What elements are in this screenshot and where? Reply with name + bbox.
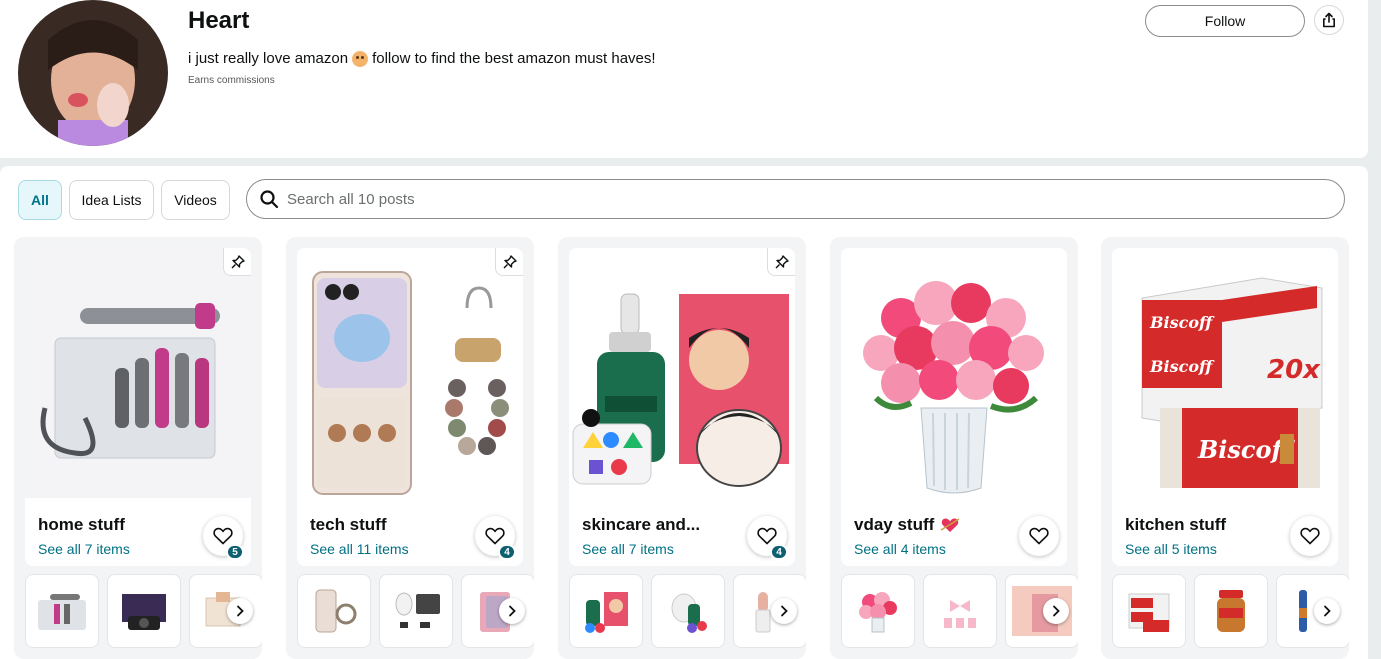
tab-all[interactable]: All (18, 180, 62, 220)
next-thumbnails-button[interactable] (1314, 598, 1340, 624)
like-button[interactable] (1019, 516, 1059, 556)
search-icon (260, 190, 279, 209)
post-title: home stuff (38, 515, 125, 534)
avatar (18, 0, 168, 146)
post-image (841, 248, 1067, 498)
item-thumbnails (297, 574, 534, 659)
post-image (569, 248, 795, 498)
item-thumbnail[interactable] (297, 574, 371, 648)
post-image: Biscoff Biscoff 20x Biscoff (1112, 248, 1338, 498)
item-thumbnail[interactable] (841, 574, 915, 648)
item-thumbnail[interactable] (107, 574, 181, 648)
chevron-right-icon (1324, 605, 1331, 617)
item-thumbnails (25, 574, 262, 659)
earns-commissions-label: Earns commissions (188, 75, 275, 86)
search-input[interactable] (287, 190, 1187, 208)
bio-text-start: i just really love amazon (188, 50, 349, 67)
next-thumbnails-button[interactable] (499, 598, 525, 624)
post-card[interactable]: Biscoff Biscoff 20x Biscoff kitchen stuf… (1101, 237, 1349, 659)
item-thumbnail[interactable] (651, 574, 725, 648)
item-thumbnail[interactable] (1112, 574, 1186, 648)
post-card[interactable]: tech stuff See all 11 items 4 (286, 237, 534, 659)
pack-count-label: 20x (1267, 355, 1321, 385)
heart-icon (1029, 527, 1049, 545)
see-all-items-link[interactable]: See all 11 items (310, 541, 409, 557)
bio-text-end: follow to find the best amazon must have… (372, 50, 656, 67)
pin-button[interactable] (223, 248, 251, 276)
biscoff-box-label: Biscoff (1149, 313, 1215, 332)
post-card-main[interactable]: skincare and... See all 7 items 4 (569, 248, 795, 566)
heart-icon (485, 527, 505, 545)
post-image (25, 248, 251, 498)
next-thumbnails-button[interactable] (1043, 598, 1069, 624)
post-title: tech stuff (310, 515, 387, 534)
chevron-right-icon (237, 605, 244, 617)
post-image (297, 248, 523, 498)
post-card-main[interactable]: vday stuff See all 4 items (841, 248, 1067, 566)
pin-icon (503, 254, 517, 268)
item-thumbnail[interactable] (923, 574, 997, 648)
chevron-right-icon (1053, 605, 1060, 617)
profile-bio: i just really love amazon follow to find… (188, 50, 656, 67)
post-card-main[interactable]: tech stuff See all 11 items 4 (297, 248, 523, 566)
pin-button[interactable] (495, 248, 523, 276)
see-all-items-link[interactable]: See all 7 items (582, 541, 674, 557)
follow-button[interactable]: Follow (1145, 5, 1305, 37)
item-thumbnail[interactable] (569, 574, 643, 648)
next-thumbnails-button[interactable] (771, 598, 797, 624)
see-all-items-link[interactable]: See all 4 items (854, 541, 946, 557)
item-thumbnail[interactable] (379, 574, 453, 648)
share-icon (1323, 12, 1335, 28)
next-thumbnails-button[interactable] (227, 598, 253, 624)
item-thumbnail[interactable] (1194, 574, 1268, 648)
item-thumbnails (1112, 574, 1349, 659)
like-count-badge: 5 (226, 544, 244, 560)
pin-icon (231, 254, 245, 268)
biscoff-box-label: Biscoff (1149, 357, 1215, 376)
heart-icon (757, 527, 777, 545)
post-title: skincare and... (582, 515, 701, 534)
like-count-badge: 4 (770, 544, 788, 560)
post-title: kitchen stuff (1125, 515, 1227, 534)
pin-button[interactable] (767, 248, 795, 276)
post-card-main[interactable]: home stuff See all 7 items 5 (25, 248, 251, 566)
heart-icon (213, 527, 233, 545)
share-button[interactable] (1314, 5, 1344, 35)
see-all-items-link[interactable]: See all 5 items (1125, 541, 1217, 557)
heart-with-arrow-emoji-icon (940, 518, 960, 532)
profile-name: Heart (188, 7, 250, 34)
item-thumbnail[interactable] (25, 574, 99, 648)
post-card-main[interactable]: Biscoff Biscoff 20x Biscoff kitchen stuf… (1112, 248, 1338, 566)
tab-idea-lists[interactable]: Idea Lists (69, 180, 154, 220)
post-title: vday stuff (854, 515, 960, 535)
smiling-face-emoji-icon (352, 50, 369, 67)
item-thumbnails (569, 574, 806, 659)
heart-icon (1300, 527, 1320, 545)
pin-icon (775, 254, 789, 268)
chevron-right-icon (781, 605, 788, 617)
post-card[interactable]: vday stuff See all 4 items (830, 237, 1078, 659)
like-count-badge: 4 (498, 544, 516, 560)
item-thumbnails (841, 574, 1078, 659)
search-box[interactable] (246, 179, 1345, 219)
see-all-items-link[interactable]: See all 7 items (38, 541, 130, 557)
tab-videos[interactable]: Videos (161, 180, 230, 220)
post-title-text: vday stuff (854, 515, 935, 534)
chevron-right-icon (509, 605, 516, 617)
post-card[interactable]: home stuff See all 7 items 5 (14, 237, 262, 659)
like-button[interactable] (1290, 516, 1330, 556)
post-card[interactable]: skincare and... See all 7 items 4 (558, 237, 806, 659)
